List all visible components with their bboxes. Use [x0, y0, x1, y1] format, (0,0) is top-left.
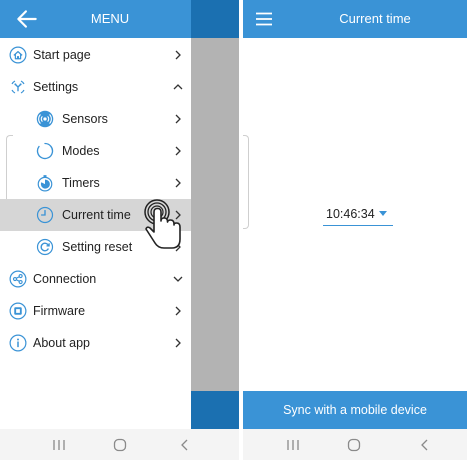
- hamburger-menu-icon[interactable]: [256, 12, 272, 26]
- menu-item-label: About app: [33, 336, 90, 350]
- menu-item-label: Connection: [33, 272, 97, 286]
- chevron-right-icon: [175, 178, 181, 188]
- chevron-right-icon: [175, 338, 181, 348]
- menu-item-settings[interactable]: Settings: [0, 71, 191, 103]
- chevron-down-icon: [173, 276, 183, 282]
- recent-apps-icon[interactable]: [52, 439, 66, 451]
- group-bracket: [243, 135, 249, 229]
- drawer-scrim[interactable]: [191, 38, 239, 391]
- menu-item-timers[interactable]: Timers: [0, 167, 191, 199]
- modes-icon: [36, 142, 54, 160]
- chevron-right-icon: [175, 146, 181, 156]
- footer-scrim: [191, 391, 239, 429]
- navigation-drawer-screen: MENU Start page Settings Sensors Modes T…: [0, 0, 239, 460]
- home-icon: [9, 46, 27, 64]
- back-button-icon[interactable]: [180, 438, 190, 452]
- system-nav-bar: [0, 429, 239, 460]
- home-button-icon[interactable]: [113, 438, 127, 452]
- menu-item-start-page[interactable]: Start page: [0, 39, 191, 71]
- clock-icon: [36, 206, 54, 224]
- system-nav-bar: [243, 429, 467, 460]
- menu-item-about-app[interactable]: About app: [0, 327, 191, 359]
- back-arrow-icon[interactable]: [14, 6, 40, 32]
- drawer-title: MENU: [90, 11, 130, 26]
- menu-item-sensors[interactable]: Sensors: [0, 103, 191, 135]
- menu-item-label: Modes: [62, 144, 100, 158]
- dropdown-caret-icon: [379, 211, 387, 216]
- current-time-screen: Current time 10:46:34 Sync with a mobile…: [243, 0, 467, 460]
- timer-icon: [37, 175, 53, 192]
- chevron-right-icon: [175, 50, 181, 60]
- menu-item-label: Sensors: [62, 112, 108, 126]
- menu-item-label: Firmware: [33, 304, 86, 318]
- reset-icon: [36, 238, 54, 256]
- drawer-header-scrim: [191, 0, 239, 38]
- chevron-right-icon: [175, 306, 181, 316]
- sensor-icon: [36, 110, 54, 128]
- page-title: Current time: [339, 11, 411, 26]
- settings-icon: [11, 80, 25, 94]
- menu-item-label: Setting reset: [62, 240, 133, 254]
- home-button-icon[interactable]: [347, 438, 361, 452]
- sync-with-mobile-button[interactable]: Sync with a mobile device: [243, 391, 467, 429]
- menu-item-label: Settings: [33, 80, 79, 94]
- recent-apps-icon[interactable]: [286, 439, 300, 451]
- menu-item-firmware[interactable]: Firmware: [0, 295, 191, 327]
- time-value: 10:46:34: [326, 207, 375, 221]
- menu-item-modes[interactable]: Modes: [0, 135, 191, 167]
- tap-hand-icon: [144, 199, 181, 249]
- menu-item-label: Current time: [62, 208, 131, 222]
- share-icon: [9, 270, 27, 288]
- info-icon: [9, 334, 27, 352]
- menu-item-label: Timers: [62, 176, 100, 190]
- firmware-icon: [9, 302, 27, 320]
- chevron-right-icon: [175, 114, 181, 124]
- menu-item-connection[interactable]: Connection: [0, 263, 191, 295]
- menu-item-label: Start page: [33, 48, 91, 62]
- time-dropdown[interactable]: 10:46:34: [323, 203, 393, 226]
- back-button-icon[interactable]: [420, 438, 430, 452]
- chevron-up-icon: [173, 84, 183, 90]
